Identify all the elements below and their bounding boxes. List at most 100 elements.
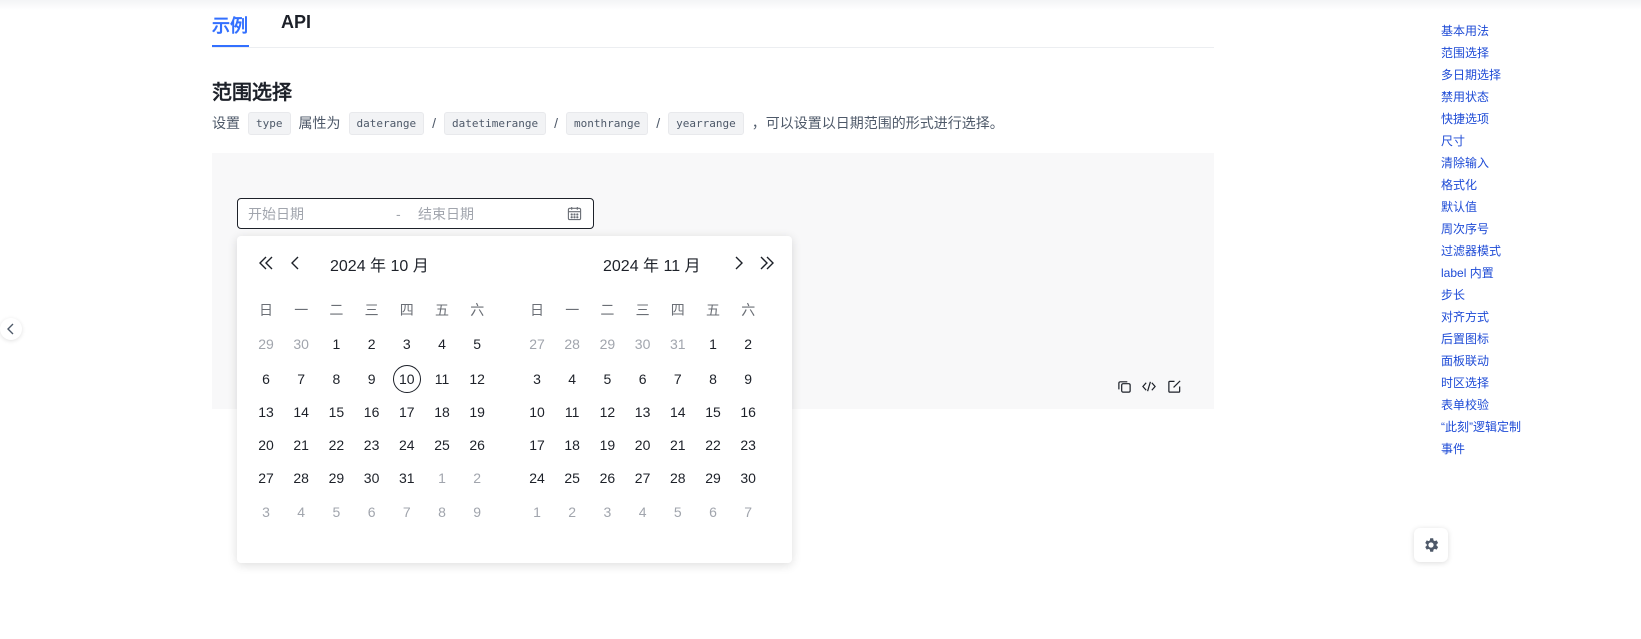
calendar-day[interactable]: 20 — [626, 431, 660, 459]
toc-link[interactable]: 时区选择 — [1441, 374, 1521, 396]
calendar-day[interactable]: 29 — [319, 464, 353, 492]
calendar-day[interactable]: 16 — [355, 398, 389, 426]
calendar-day[interactable]: 30 — [355, 464, 389, 492]
calendar-day[interactable]: 17 — [520, 431, 554, 459]
code-icon[interactable] — [1141, 378, 1157, 394]
left-panel-title[interactable]: 2024 年 10 月 — [330, 252, 429, 276]
right-panel-title[interactable]: 2024 年 11 月 — [603, 252, 701, 276]
calendar-day[interactable]: 20 — [249, 431, 283, 459]
calendar-day[interactable]: 8 — [319, 365, 353, 393]
toc-link[interactable]: 对齐方式 — [1441, 308, 1521, 330]
calendar-day[interactable]: 5 — [460, 330, 494, 358]
calendar-day[interactable]: 28 — [284, 464, 318, 492]
calendar-day[interactable]: 2 — [355, 330, 389, 358]
calendar-day[interactable]: 1 — [425, 464, 459, 492]
calendar-day[interactable]: 18 — [425, 398, 459, 426]
calendar-day[interactable]: 13 — [249, 398, 283, 426]
calendar-day[interactable]: 11 — [425, 365, 459, 393]
calendar-day[interactable]: 14 — [284, 398, 318, 426]
edit-icon[interactable] — [1166, 378, 1182, 394]
toc-link[interactable]: 步长 — [1441, 286, 1521, 308]
calendar-day[interactable]: 9 — [355, 365, 389, 393]
collapse-sidebar-button[interactable] — [0, 318, 22, 340]
calendar-day[interactable]: 5 — [590, 365, 624, 393]
calendar-day[interactable]: 7 — [731, 498, 765, 526]
tab-demo[interactable]: 示例 — [212, 12, 248, 38]
calendar-day[interactable]: 27 — [249, 464, 283, 492]
calendar-day[interactable]: 6 — [355, 498, 389, 526]
calendar-day[interactable]: 27 — [520, 330, 554, 358]
calendar-day[interactable]: 18 — [555, 431, 589, 459]
calendar-day[interactable]: 23 — [355, 431, 389, 459]
calendar-day[interactable]: 12 — [590, 398, 624, 426]
calendar-day[interactable]: 4 — [555, 365, 589, 393]
calendar-day[interactable]: 3 — [590, 498, 624, 526]
calendar-day[interactable]: 1 — [520, 498, 554, 526]
calendar-day-today[interactable]: 10 — [392, 365, 421, 393]
calendar-day[interactable]: 8 — [425, 498, 459, 526]
calendar-day[interactable]: 28 — [661, 464, 695, 492]
date-range-input[interactable]: 开始日期 - 结束日期 — [237, 198, 594, 229]
toc-link[interactable]: 尺寸 — [1441, 132, 1521, 154]
next-month-icon[interactable] — [729, 254, 747, 272]
prev-month-icon[interactable] — [287, 254, 305, 272]
copy-icon[interactable] — [1116, 378, 1132, 394]
end-date-placeholder[interactable]: 结束日期 — [418, 204, 474, 224]
toc-link[interactable]: 基本用法 — [1441, 22, 1521, 44]
calendar-day[interactable]: 2 — [555, 498, 589, 526]
calendar-day[interactable]: 4 — [425, 330, 459, 358]
calendar-day[interactable]: 15 — [696, 398, 730, 426]
calendar-day[interactable]: 14 — [661, 398, 695, 426]
calendar-day[interactable]: 29 — [590, 330, 624, 358]
tab-api[interactable]: API — [281, 12, 311, 33]
calendar-day[interactable]: 23 — [731, 431, 765, 459]
calendar-day[interactable]: 3 — [249, 498, 283, 526]
calendar-day[interactable]: 22 — [696, 431, 730, 459]
calendar-day[interactable]: 15 — [319, 398, 353, 426]
toc-link[interactable]: 范围选择 — [1441, 44, 1521, 66]
prev-year-icon[interactable] — [257, 254, 275, 272]
calendar-day[interactable]: 6 — [696, 498, 730, 526]
toc-link[interactable]: 格式化 — [1441, 176, 1521, 198]
calendar-day[interactable]: 2 — [460, 464, 494, 492]
calendar-day[interactable]: 4 — [284, 498, 318, 526]
next-year-icon[interactable] — [758, 254, 776, 272]
calendar-day[interactable]: 21 — [284, 431, 318, 459]
calendar-day[interactable]: 10 — [520, 398, 554, 426]
toc-link[interactable]: 面板联动 — [1441, 352, 1521, 374]
calendar-day[interactable]: 25 — [425, 431, 459, 459]
calendar-day[interactable]: 28 — [555, 330, 589, 358]
calendar-day[interactable]: 12 — [460, 365, 494, 393]
start-date-placeholder[interactable]: 开始日期 — [248, 204, 304, 224]
calendar-day[interactable]: 9 — [731, 365, 765, 393]
calendar-day[interactable]: 9 — [460, 498, 494, 526]
calendar-day[interactable]: 6 — [626, 365, 660, 393]
calendar-day[interactable]: 8 — [696, 365, 730, 393]
calendar-day[interactable]: 11 — [555, 398, 589, 426]
calendar-day[interactable]: 7 — [390, 498, 424, 526]
calendar-day[interactable]: 29 — [249, 330, 283, 358]
calendar-day[interactable]: 21 — [661, 431, 695, 459]
calendar-day[interactable]: 4 — [626, 498, 660, 526]
calendar-day[interactable]: 30 — [731, 464, 765, 492]
calendar-day[interactable]: 24 — [520, 464, 554, 492]
toc-link[interactable]: 事件 — [1441, 440, 1521, 462]
calendar-day[interactable]: 25 — [555, 464, 589, 492]
calendar-day[interactable]: 3 — [520, 365, 554, 393]
calendar-day[interactable]: 22 — [319, 431, 353, 459]
toc-link[interactable]: 清除输入 — [1441, 154, 1521, 176]
calendar-day[interactable]: 7 — [661, 365, 695, 393]
toc-link[interactable]: 表单校验 — [1441, 396, 1521, 418]
calendar-day[interactable]: 5 — [661, 498, 695, 526]
calendar-day[interactable]: 19 — [590, 431, 624, 459]
calendar-day[interactable]: 3 — [390, 330, 424, 358]
calendar-day[interactable]: 1 — [319, 330, 353, 358]
calendar-day[interactable]: 30 — [284, 330, 318, 358]
calendar-icon[interactable] — [567, 206, 582, 224]
toc-link[interactable]: 周次序号 — [1441, 220, 1521, 242]
calendar-day[interactable]: 19 — [460, 398, 494, 426]
calendar-day[interactable]: 26 — [460, 431, 494, 459]
toc-link[interactable]: “此刻”逻辑定制 — [1441, 418, 1521, 440]
calendar-day[interactable]: 2 — [731, 330, 765, 358]
toc-link[interactable]: 快捷选项 — [1441, 110, 1521, 132]
